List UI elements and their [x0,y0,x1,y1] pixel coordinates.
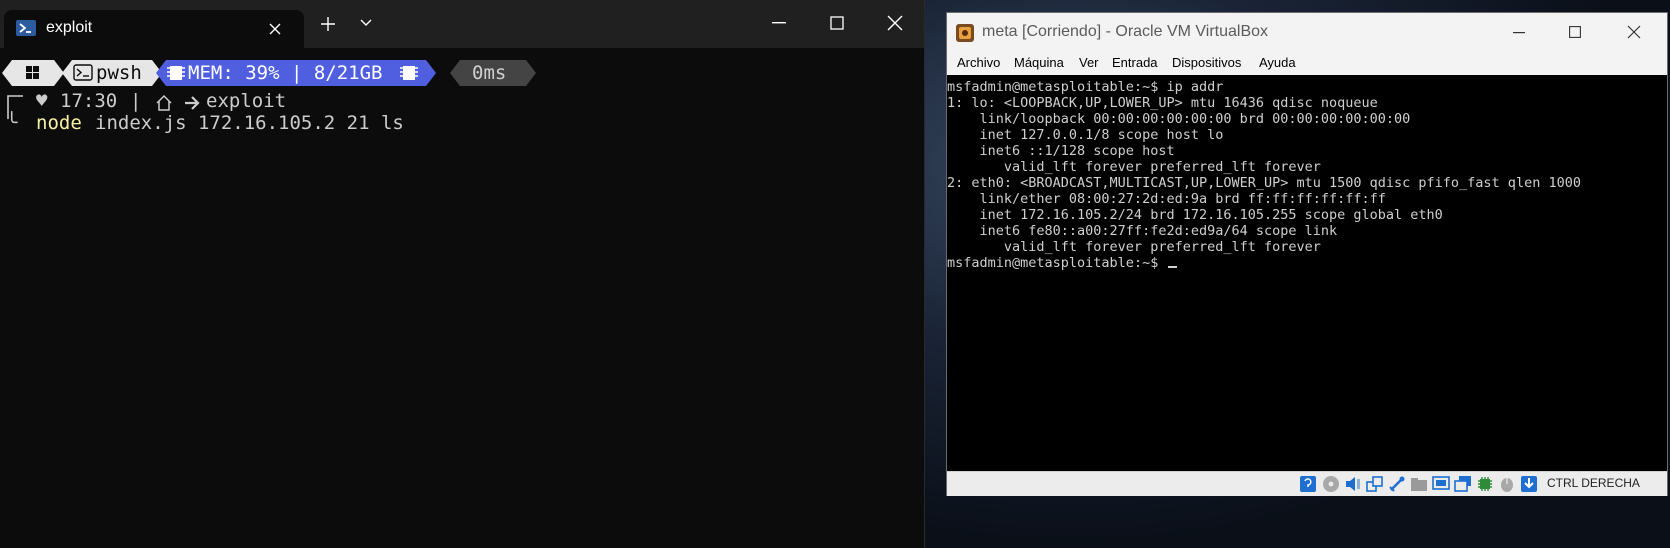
console-line: 1: lo: <LOOPBACK,UP,LOWER_UP> mtu 16436 … [947,95,1378,111]
heart-icon: ♥ [36,90,48,112]
arrow-right-icon [185,96,200,110]
menu-maquina[interactable]: Máquina [1014,55,1064,70]
console-prompt: msfadmin@metasploitable:~$ [947,255,1167,271]
prompt-time: 17:30 [60,90,118,112]
home-icon [156,94,172,111]
console-line: inet6 ::1/128 scope host [947,143,1175,159]
prompt-mem-segment: MEM: 39% | 8/21GB [156,60,436,86]
terminal-window: exploit pwsh MEM: 39% | 8/21GB 0ms ♥ 17:… [0,0,925,548]
maximize-icon[interactable] [1569,26,1581,38]
download-icon[interactable] [1520,475,1538,493]
terminal-body[interactable]: pwsh MEM: 39% | 8/21GB 0ms ♥ 17:30 | exp… [0,48,924,548]
virtualbox-statusbar: CTRL DERECHA [947,471,1667,496]
new-tab-icon[interactable] [320,16,336,32]
virtualbox-window: meta [Corriendo] - Oracle VM VirtualBox … [946,12,1668,496]
vm-console[interactable]: msfadmin@metasploitable:~$ ip addr 1: lo… [947,75,1667,471]
console-line: link/loopback 00:00:00:00:00:00 brd 00:0… [947,111,1411,127]
close-window-icon[interactable] [887,15,903,31]
virtualbox-titlebar[interactable]: meta [Corriendo] - Oracle VM VirtualBox [947,13,1667,51]
prompt-corner-bottom-glyph: ╰ [6,112,18,134]
console-line: link/ether 08:00:27:2d:ed:9a brd ff:ff:f… [947,191,1386,207]
tab-title: exploit [46,19,93,36]
capture-icon[interactable] [1454,475,1472,493]
display-icon[interactable] [1432,475,1450,493]
menu-ver[interactable]: Ver [1079,55,1099,70]
minimize-icon[interactable] [1513,32,1525,34]
console-line: inet 172.16.105.2/24 brd 172.16.105.255 … [947,207,1443,223]
network-icon[interactable] [1366,475,1384,493]
command-args: index.js 172.16.105.2 21 ls [95,112,404,134]
menu-dispositivos[interactable]: Dispositivos [1172,55,1241,70]
usb-icon[interactable] [1388,475,1406,493]
close-window-icon[interactable] [1627,25,1641,39]
close-tab-icon[interactable] [268,22,282,36]
mem-usage: MEM: 39% | 8/21GB [188,62,383,84]
prompt-shell-segment: pwsh [62,60,162,86]
virtualbox-app-icon [956,24,974,42]
terminal-titlebar: exploit [0,0,924,48]
chevron-down-icon[interactable] [360,19,372,27]
menu-entrada[interactable]: Entrada [1112,55,1158,70]
shell-name: pwsh [96,62,142,84]
optical-drive-icon[interactable] [1299,475,1317,493]
menu-archivo[interactable]: Archivo [957,55,1000,70]
console-line: 2: eth0: <BROADCAST,MULTICAST,UP,LOWER_U… [947,175,1581,191]
virtualbox-title: meta [Corriendo] - Oracle VM VirtualBox [982,23,1269,40]
command-duration: 0ms [472,62,507,84]
maximize-icon[interactable] [830,16,844,30]
shared-folder-icon[interactable] [1410,475,1428,493]
virtualbox-menubar: Archivo Máquina Ver Entrada Dispositivos… [947,51,1667,75]
cd-icon[interactable] [1322,475,1340,493]
prompt-separator: | [130,90,142,112]
mouse-integration-icon[interactable] [1498,475,1516,493]
terminal-tab[interactable]: exploit [4,10,304,48]
console-line: valid_lft forever preferred_lft forever [947,239,1321,255]
console-line: valid_lft forever preferred_lft forever [947,159,1321,175]
command-name: node [36,112,82,134]
console-line: inet6 fe80::a00:27ff:fe2d:ed9a/64 scope … [947,223,1338,239]
console-cursor [1168,266,1178,268]
prompt-os-segment [2,60,64,86]
prompt-folder: exploit [206,90,287,112]
host-key-label: CTRL DERECHA [1547,476,1640,490]
powershell-icon [16,20,36,36]
console-line: msfadmin@metasploitable:~$ ip addr [947,79,1224,95]
audio-icon[interactable] [1344,475,1362,493]
minimize-icon[interactable] [772,22,786,24]
console-line: inet 127.0.0.1/8 scope host lo [947,127,1224,143]
prompt-duration-segment: 0ms [450,60,536,86]
console-prompt-line: msfadmin@metasploitable:~$ [947,255,1178,271]
cpu-icon[interactable] [1476,475,1494,493]
menu-ayuda[interactable]: Ayuda [1259,55,1296,70]
